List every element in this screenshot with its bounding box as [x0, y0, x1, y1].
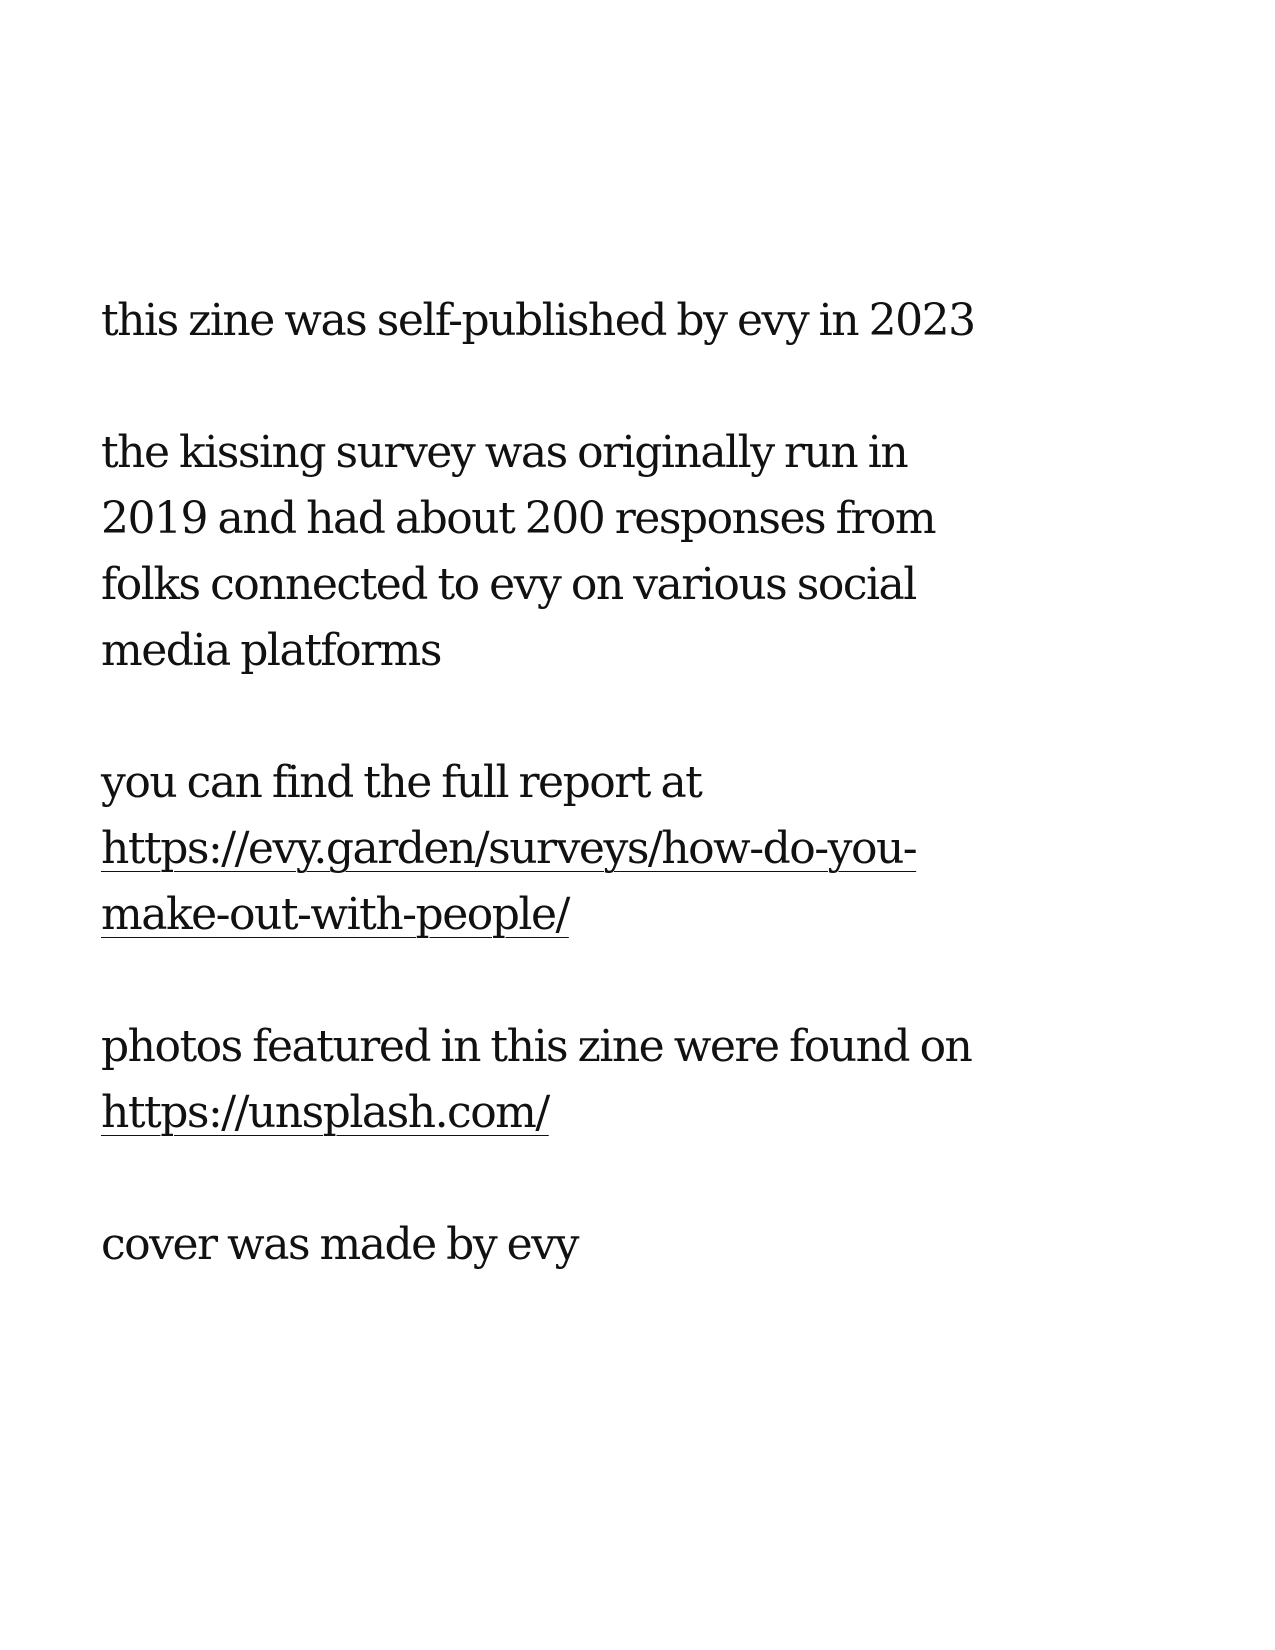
photos-credit: photos featured in this zine were found … [101, 1014, 1221, 1146]
survey-line-3: folks connected to evy on various social [101, 559, 917, 610]
zine-page: this zine was self-published by evy in 2… [0, 0, 1275, 1650]
photos-link-line[interactable]: https://unsplash.com/ [101, 1080, 1221, 1146]
survey-description: the kissing survey was originally run in… [101, 420, 1221, 684]
report-link-line-2[interactable]: make-out-with-people/ [101, 882, 1221, 948]
publication-credit-text: this zine was self-published by evy in 2… [101, 295, 976, 346]
survey-line-4: media platforms [101, 625, 442, 676]
report-link-part-2[interactable]: make-out-with-people/ [101, 889, 570, 940]
survey-line-2: 2019 and had about 200 responses from [101, 493, 937, 544]
cover-credit: cover was made by evy [101, 1212, 1221, 1278]
report-link-line-1[interactable]: https://evy.garden/surveys/how-do-you- [101, 816, 1221, 882]
colophon: this zine was self-published by evy in 2… [101, 288, 1221, 1344]
photos-link[interactable]: https://unsplash.com/ [101, 1087, 550, 1138]
cover-credit-text: cover was made by evy [101, 1219, 579, 1270]
publication-credit: this zine was self-published by evy in 2… [101, 288, 1221, 354]
survey-line-1: the kissing survey was originally run in [101, 427, 909, 478]
report-link-part-1[interactable]: https://evy.garden/surveys/how-do-you- [101, 823, 918, 874]
report-intro: you can find the full report at [101, 757, 703, 808]
report-reference: you can find the full report at https://… [101, 750, 1221, 948]
photos-intro: photos featured in this zine were found … [101, 1021, 973, 1072]
